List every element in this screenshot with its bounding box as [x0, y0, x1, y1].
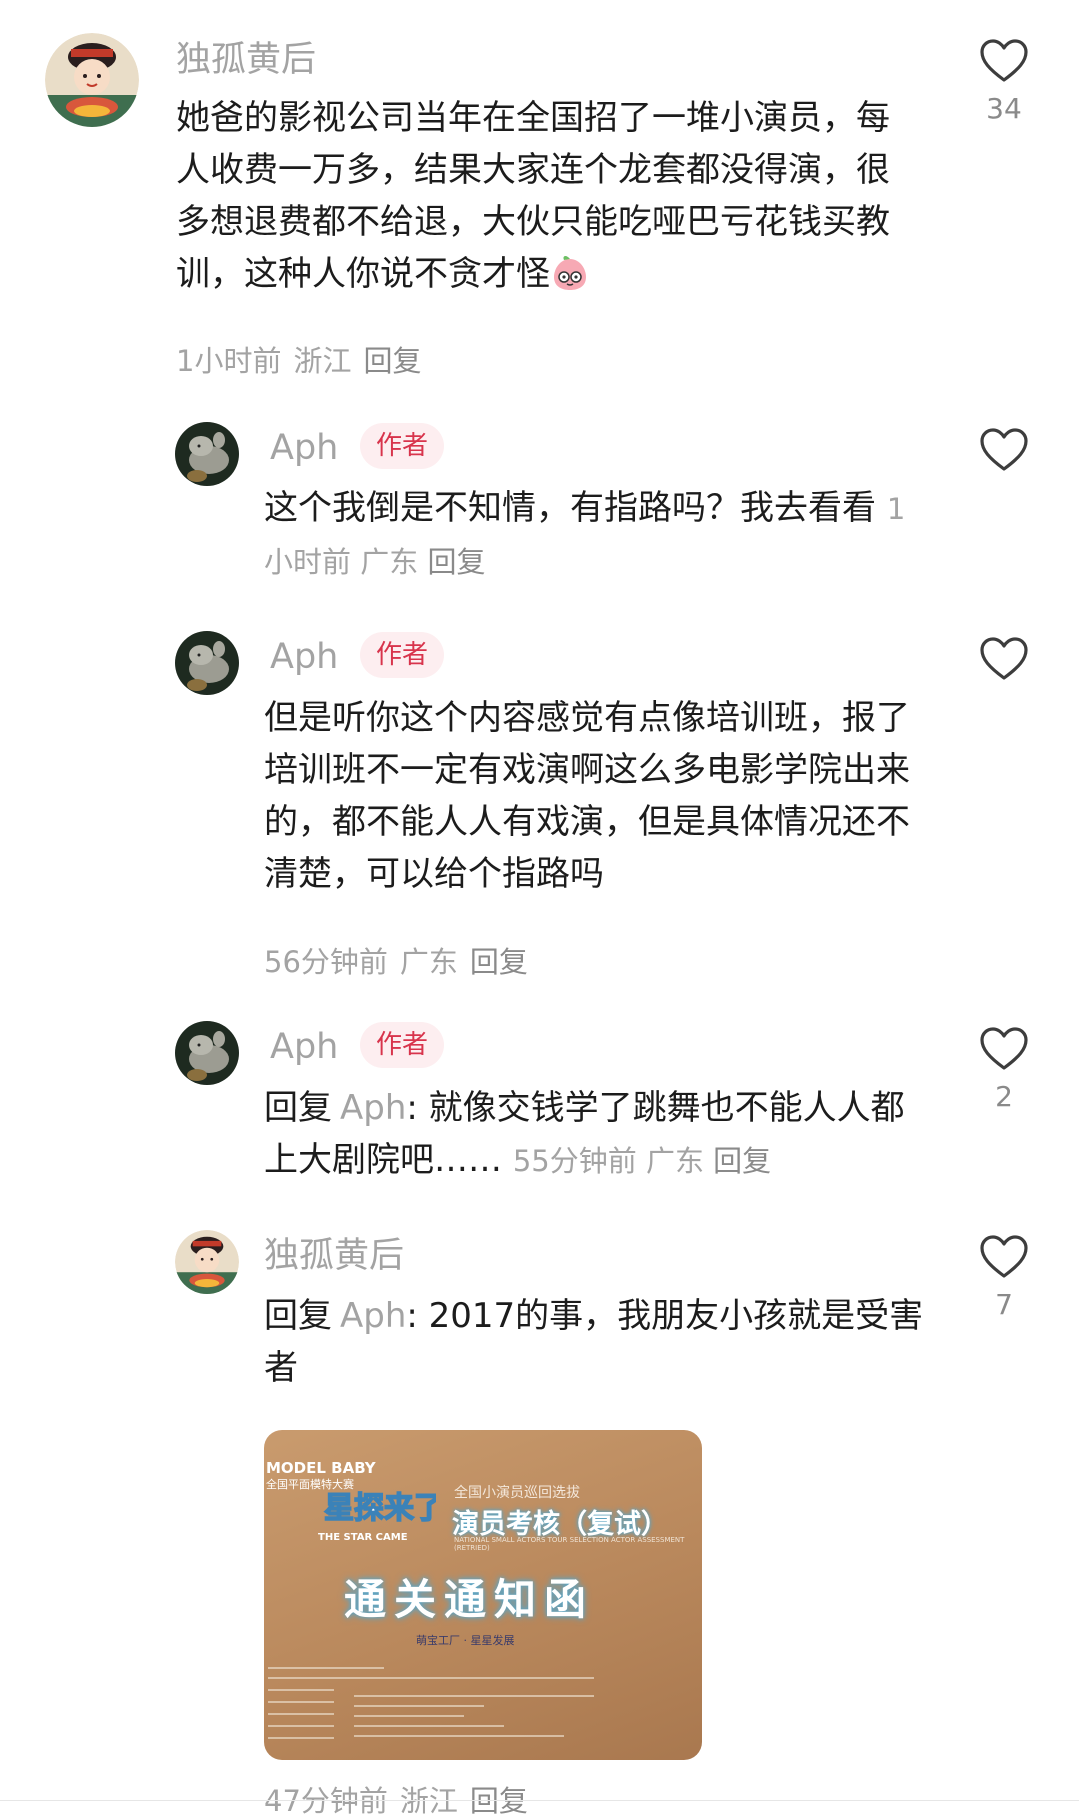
like-count: 7	[995, 1288, 1013, 1321]
author-badge: 作者	[360, 423, 445, 469]
avatar-empress-icon	[45, 33, 139, 127]
comment-meta: 1小时前 浙江 回复	[176, 342, 421, 380]
reply-button[interactable]: 回复	[470, 945, 528, 979]
comment-meta: 47分钟前 浙江 回复	[264, 1782, 528, 1820]
emoji-peach-face-icon	[550, 253, 590, 293]
photo-fine-print	[268, 1667, 594, 1739]
like-count: 34	[986, 92, 1022, 125]
comment-location: 广东	[645, 1144, 704, 1178]
comment-author[interactable]: Aph	[270, 1027, 338, 1067]
avatar[interactable]	[175, 631, 239, 695]
like-button[interactable]: 2	[974, 1026, 1034, 1113]
comment-location: 广东	[399, 945, 458, 979]
heart-outline-icon	[980, 1235, 1028, 1278]
comment-location: 广东	[360, 545, 419, 579]
reply-button[interactable]: 回复	[427, 545, 485, 579]
comment-time: 55分钟前	[512, 1144, 637, 1178]
comment-meta: 55分钟前 广东 回复	[513, 1144, 771, 1178]
comment-text: 回复 Aph: 就像交钱学了跳舞也不能人人都上大剧院吧…… 55分钟前 广东 回复	[264, 1082, 924, 1187]
avatar-empress-icon	[175, 1230, 239, 1294]
like-button[interactable]	[974, 636, 1034, 690]
comment-text: 但是听你这个内容感觉有点像培训班，报了培训班不一定有戏演啊这么多电影学院出来的，…	[264, 698, 910, 894]
reply-prefix: 回复	[264, 1296, 332, 1336]
reply-to-user[interactable]: Aph	[340, 1088, 406, 1128]
avatar[interactable]	[45, 33, 139, 127]
comment-text-body: 这个我倒是不知情，有指路吗？我去看看	[264, 488, 876, 528]
comment-text-body: 她爸的影视公司当年在全国招了一堆小演员，每人收费一万多，结果大家连个龙套都没得演…	[176, 98, 890, 294]
photo-tiny-english: NATIONAL SMALL ACTORS TOUR SELECTION ACT…	[454, 1536, 685, 1552]
comment-time: 1小时前	[176, 344, 282, 378]
like-button[interactable]	[974, 427, 1034, 481]
logo-en-text: THE STAR CAME	[318, 1532, 408, 1543]
like-button[interactable]: 34	[974, 38, 1034, 125]
attached-photo[interactable]: MODEL BABY 全国平面模特大赛 星探来了! THE STAR CAME …	[264, 1430, 702, 1760]
photo-sponsors: 萌宝工厂 · 星星发展	[416, 1634, 515, 1647]
heart-outline-icon	[980, 428, 1028, 471]
comment-location: 浙江	[293, 344, 352, 378]
like-count: 2	[995, 1080, 1013, 1113]
photo-title-notice: 通关通知函	[344, 1575, 595, 1624]
heart-outline-icon	[980, 1027, 1028, 1070]
heart-outline-icon	[980, 39, 1028, 82]
avatar[interactable]	[175, 1021, 239, 1085]
comment-author[interactable]: 独孤黄后	[264, 1236, 404, 1276]
avatar-plush-icon	[175, 631, 239, 695]
logo-main-text: 星探来了!	[324, 1491, 436, 1526]
heart-outline-icon	[980, 637, 1028, 680]
avatar-plush-icon	[175, 1021, 239, 1085]
reply-to-user[interactable]: Aph	[340, 1296, 406, 1336]
comment-author[interactable]: Aph	[270, 637, 338, 677]
photo-subtitle: 全国小演员巡回选拔	[454, 1485, 580, 1501]
avatar[interactable]	[175, 422, 239, 486]
comment-text: 回复 Aph: 2017的事，我朋友小孩就是受害者	[264, 1290, 924, 1394]
avatar-plush-icon	[175, 422, 239, 486]
reply-prefix: 回复	[264, 1088, 332, 1128]
avatar[interactable]	[175, 1230, 239, 1294]
reply-button[interactable]: 回复	[363, 344, 421, 378]
star-scout-logo: 星探来了! THE STAR CAME	[316, 1482, 458, 1552]
comment-text: 这个我倒是不知情，有指路吗？我去看看 1小时前 广东 回复	[264, 482, 924, 588]
comment-author[interactable]: 独孤黄后	[176, 40, 316, 80]
author-badge: 作者	[360, 632, 445, 678]
bottom-divider	[0, 1800, 1079, 1801]
comment-author[interactable]: Aph	[270, 428, 338, 468]
comment-time: 56分钟前	[264, 945, 388, 979]
like-button[interactable]: 7	[974, 1234, 1034, 1321]
comment-text: 她爸的影视公司当年在全国招了一堆小演员，每人收费一万多，结果大家连个龙套都没得演…	[176, 92, 916, 300]
comment-meta: 56分钟前 广东 回复	[264, 943, 528, 981]
author-badge: 作者	[360, 1022, 445, 1068]
photo-brand: MODEL BABY	[266, 1459, 376, 1477]
reply-button[interactable]: 回复	[713, 1144, 771, 1178]
